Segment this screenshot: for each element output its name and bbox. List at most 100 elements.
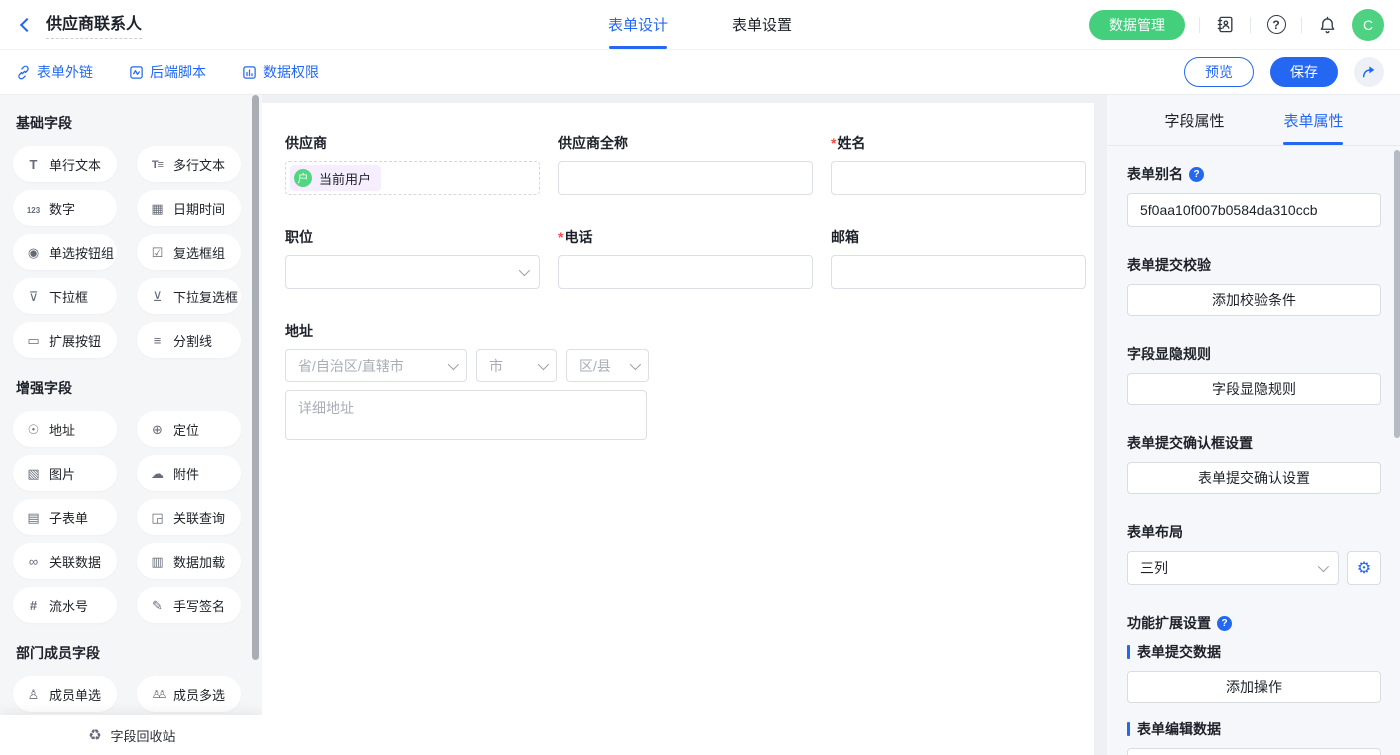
email-input[interactable] [831,255,1086,289]
form-layout-label: 表单布局 [1127,522,1381,542]
tab-field-properties[interactable]: 字段属性 [1164,95,1224,145]
help-icon[interactable] [1265,14,1287,36]
current-user-chip[interactable]: 户 当前用户 [290,165,381,191]
province-select[interactable]: 省/自治区/直辖市 [285,349,467,382]
field-label: 职位 [285,227,540,247]
sidebar-item-relate-query[interactable]: 关联查询 [137,499,241,535]
section-title-basic-fields: 基础字段 [0,95,262,146]
sidebar-item-signature[interactable]: 手写签名 [137,587,241,623]
field-phone[interactable]: *电话 [558,227,813,289]
header-actions: 数据管理 C [1089,9,1384,41]
sidebar-item-serial-number[interactable]: 流水号 [13,587,117,623]
canvas-area: 供应商 户 当前用户 供应商全称 *姓名 [262,95,1107,755]
required-mark: * [831,135,836,151]
data-manage-button[interactable]: 数据管理 [1089,10,1185,40]
field-visibility-button[interactable]: 字段显隐规则 [1127,373,1381,405]
tab-form-settings[interactable]: 表单设置 [732,0,792,49]
chevron-down-icon [630,358,641,369]
sidebar-item-number[interactable]: 数字 [13,190,117,226]
bell-icon[interactable] [1316,14,1338,36]
script-icon [129,65,144,80]
field-label: *电话 [558,227,813,247]
address-detail-textarea[interactable] [285,390,647,440]
save-button[interactable]: 保存 [1270,57,1338,87]
panel-scrollbar[interactable] [1394,150,1400,438]
city-select[interactable]: 市 [476,349,557,382]
layout-select[interactable]: 三列 [1127,551,1339,585]
sidebar-item-attachment[interactable]: 附件 [137,455,241,491]
field-label: 邮箱 [831,227,1086,247]
sidebar-item-locate[interactable]: 定位 [137,411,241,447]
field-label: 供应商全称 [558,133,813,153]
backend-script-button[interactable]: 后端脚本 [129,62,206,82]
sidebar-item-single-text[interactable]: 单行文本 [13,146,117,182]
submit-confirm-button[interactable]: 表单提交确认设置 [1127,462,1381,494]
sidebar-item-divider[interactable]: 分割线 [137,322,241,358]
locate-icon [149,423,166,436]
header-tabs: 表单设计 表单设置 [608,0,792,49]
sidebar-item-member-multi[interactable]: 成员多选 [137,676,241,712]
sidebar-item-datetime[interactable]: 日期时间 [137,190,241,226]
back-icon[interactable] [20,17,34,31]
basic-fields-grid: 单行文本 多行文本 数字 日期时间 单选按钮组 复选框组 下拉框 下拉复选框 扩… [0,146,262,358]
extend-button-icon [25,334,42,347]
edit-data-group: 表单编辑数据 添加操作 [1127,719,1381,755]
multi-select-icon [149,290,166,303]
extension-settings-label: 功能扩展设置 [1127,613,1381,633]
attachment-icon [149,467,166,480]
supplier-full-name-input[interactable] [558,161,813,195]
divider [1199,17,1200,33]
sidebar-item-checkbox-group[interactable]: 复选框组 [137,234,241,270]
sidebar-item-select[interactable]: 下拉框 [13,278,117,314]
field-recycle-bin-button[interactable]: 字段回收站 [0,715,262,755]
name-input[interactable] [831,161,1086,195]
phone-input[interactable] [558,255,813,289]
sidebar-item-subform[interactable]: 子表单 [13,499,117,535]
form-alias-input[interactable] [1127,193,1381,227]
submit-data-add-button[interactable]: 添加操作 [1127,671,1381,703]
edit-data-add-button[interactable]: 添加操作 [1127,748,1381,755]
serial-number-icon [25,599,42,612]
address-book-icon[interactable] [1214,14,1236,36]
sidebar-item-multi-select[interactable]: 下拉复选框 [137,278,241,314]
field-address[interactable]: 地址 省/自治区/直辖市 市 区/县 [285,321,649,445]
data-permission-button[interactable]: 数据权限 [242,62,319,82]
field-label: 供应商 [285,133,540,153]
avatar[interactable]: C [1352,9,1384,41]
enhanced-fields-grid: 地址 定位 图片 附件 子表单 关联查询 关联数据 数据加载 流水号 手写签名 [0,411,262,623]
preview-button[interactable]: 预览 [1184,57,1254,87]
field-email[interactable]: 邮箱 [831,227,1086,289]
sidebar-scrollbar[interactable] [252,95,259,660]
sidebar-item-data-load[interactable]: 数据加载 [137,543,241,579]
tab-form-design[interactable]: 表单设计 [608,0,668,49]
sidebar-item-relate-data[interactable]: 关联数据 [13,543,117,579]
multi-text-icon [149,157,166,171]
district-select[interactable]: 区/县 [566,349,649,382]
form-row: 供应商 户 当前用户 供应商全称 *姓名 [285,133,1086,195]
sidebar-item-multi-text[interactable]: 多行文本 [137,146,241,182]
radio-group-icon [25,246,42,259]
edit-data-label: 表单编辑数据 [1127,719,1381,739]
share-button[interactable] [1354,57,1384,87]
help-icon[interactable] [1217,616,1232,631]
form-external-link-button[interactable]: 表单外链 [16,62,93,82]
gear-icon[interactable] [1347,551,1381,585]
add-validation-button[interactable]: 添加校验条件 [1127,284,1381,316]
field-supplier[interactable]: 供应商 户 当前用户 [285,133,540,195]
accent-bar [1127,645,1130,659]
user-chip-icon: 户 [294,169,312,187]
supplier-default-value-field[interactable]: 户 当前用户 [285,161,540,195]
chevron-down-icon [448,358,459,369]
field-supplier-full-name[interactable]: 供应商全称 [558,133,813,195]
sidebar-item-image[interactable]: 图片 [13,455,117,491]
tab-form-properties[interactable]: 表单属性 [1283,95,1343,145]
help-icon[interactable] [1189,167,1204,182]
sidebar-item-member-single[interactable]: 成员单选 [13,676,117,712]
position-select[interactable] [285,255,540,289]
sidebar-item-extend-button[interactable]: 扩展按钮 [13,322,117,358]
field-position[interactable]: 职位 [285,227,540,289]
sidebar-item-address[interactable]: 地址 [13,411,117,447]
page-title[interactable]: 供应商联系人 [46,10,142,39]
field-name[interactable]: *姓名 [831,133,1086,195]
sidebar-item-radio-group[interactable]: 单选按钮组 [13,234,117,270]
